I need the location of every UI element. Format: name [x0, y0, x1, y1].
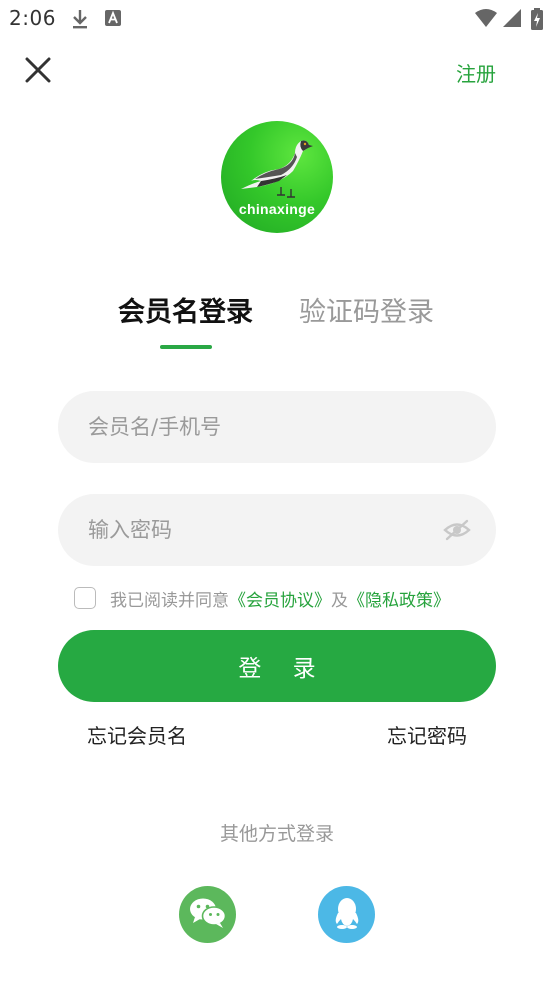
agreement-middle: 及	[331, 590, 348, 611]
battery-charging-icon	[530, 8, 544, 34]
font-icon	[104, 8, 122, 32]
password-input[interactable]	[88, 518, 442, 542]
download-icon	[70, 8, 90, 34]
agreement-prefix: 我已阅读并同意	[110, 590, 229, 611]
tab-indicator	[160, 345, 212, 349]
wifi-icon	[474, 8, 498, 32]
register-link[interactable]: 注册	[456, 58, 496, 87]
status-bar: 2:06	[0, 0, 554, 36]
tab-username-login[interactable]: 会员名登录	[118, 290, 253, 329]
agreement-checkbox[interactable]	[74, 587, 96, 609]
qq-icon	[333, 897, 361, 933]
login-button[interactable]: 登 录	[58, 630, 496, 702]
status-time: 2:06	[9, 6, 56, 30]
wechat-icon	[189, 897, 227, 933]
member-agreement-link[interactable]: 《会员协议》	[229, 586, 331, 611]
close-button[interactable]	[18, 52, 58, 92]
tab-code-login[interactable]: 验证码登录	[299, 290, 434, 329]
username-field-container	[58, 391, 496, 463]
qq-login-button[interactable]	[318, 886, 375, 943]
wechat-login-button[interactable]	[179, 886, 236, 943]
app-logo: chinaxinge	[221, 121, 333, 233]
password-field-container	[58, 494, 496, 566]
logo-text: chinaxinge	[238, 201, 316, 217]
agreement-row: 我已阅读并同意 《会员协议》 及 《隐私政策》	[74, 586, 450, 611]
forgot-username-link[interactable]: 忘记会员名	[87, 720, 187, 749]
signal-icon	[502, 8, 522, 32]
forgot-password-link[interactable]: 忘记密码	[387, 720, 467, 749]
username-input[interactable]	[88, 415, 472, 439]
privacy-policy-link[interactable]: 《隐私政策》	[348, 586, 450, 611]
login-tabs: 会员名登录 验证码登录	[0, 290, 554, 360]
close-icon	[25, 57, 51, 87]
other-login-title: 其他方式登录	[219, 823, 334, 845]
eye-hidden-icon[interactable]	[442, 515, 472, 545]
